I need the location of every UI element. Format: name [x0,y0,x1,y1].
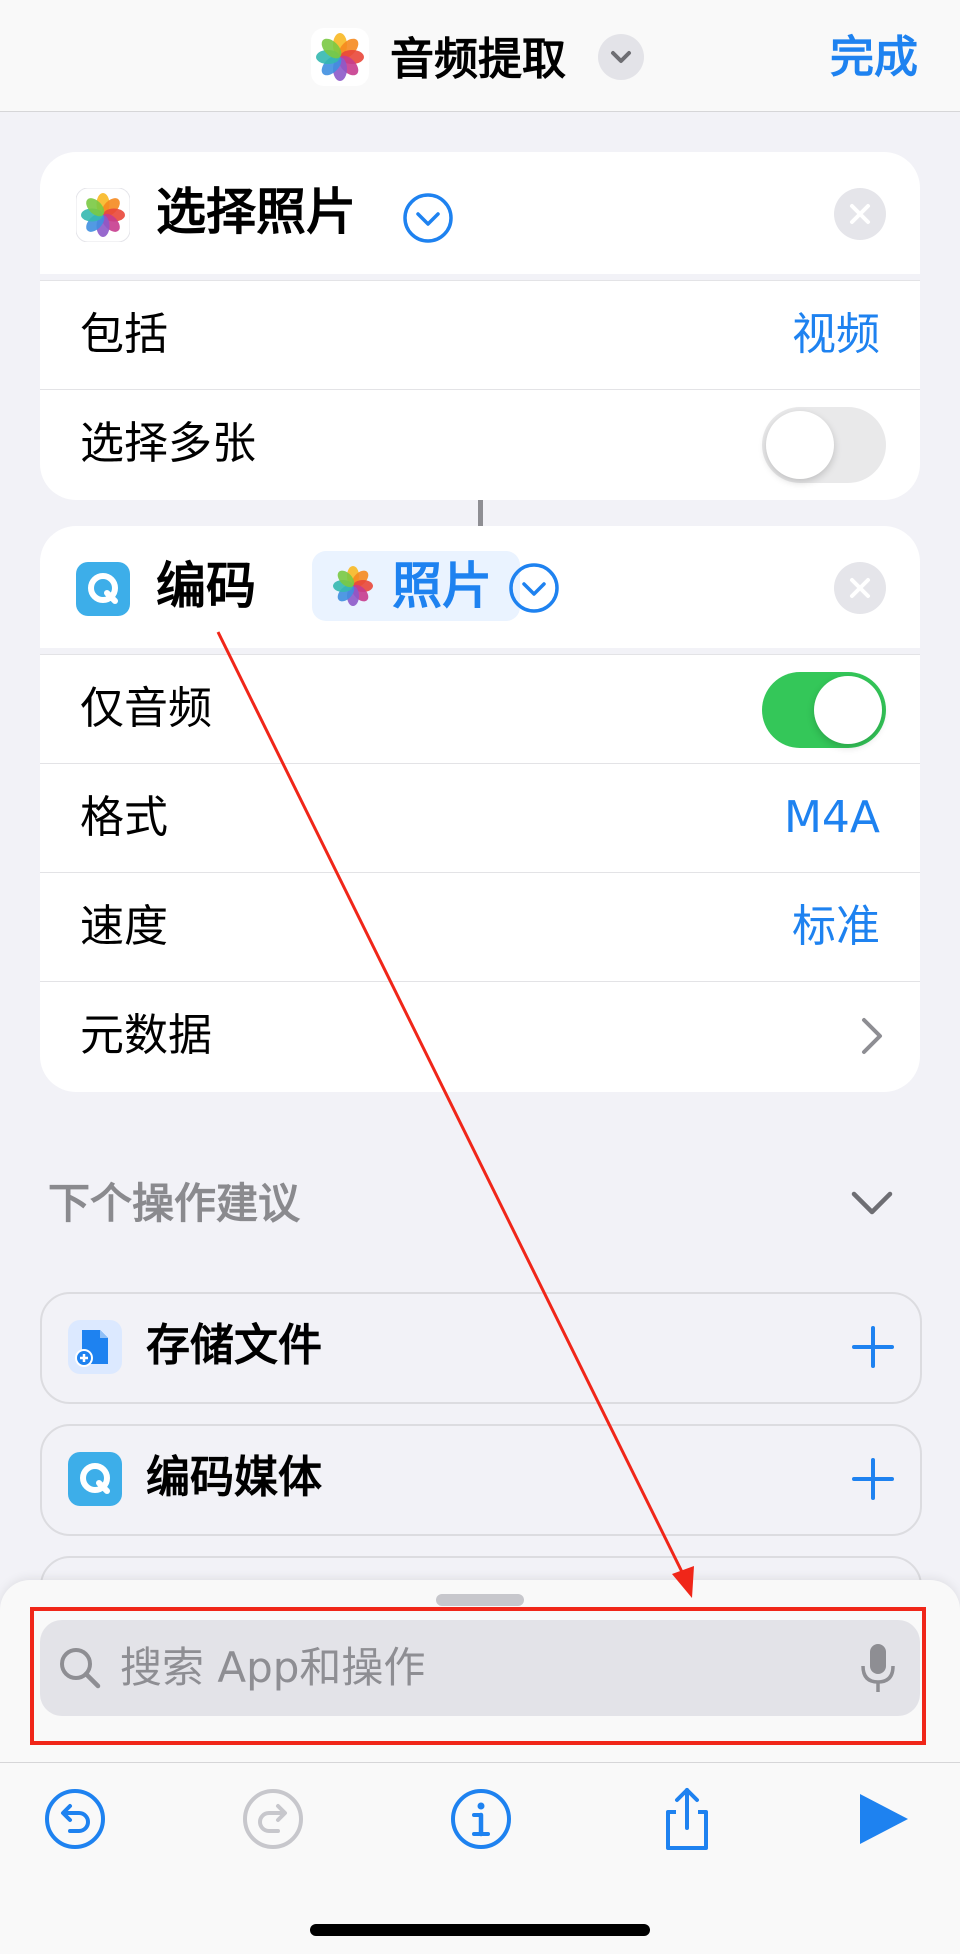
annotation-arrow [216,631,694,1598]
share-icon[interactable] [654,1786,720,1852]
info-icon[interactable] [448,1786,514,1852]
home-indicator [310,1924,650,1936]
play-icon[interactable] [854,1786,920,1852]
redo-icon[interactable] [240,1786,306,1852]
undo-icon[interactable] [42,1786,108,1852]
toolbar-divider [0,1762,960,1763]
